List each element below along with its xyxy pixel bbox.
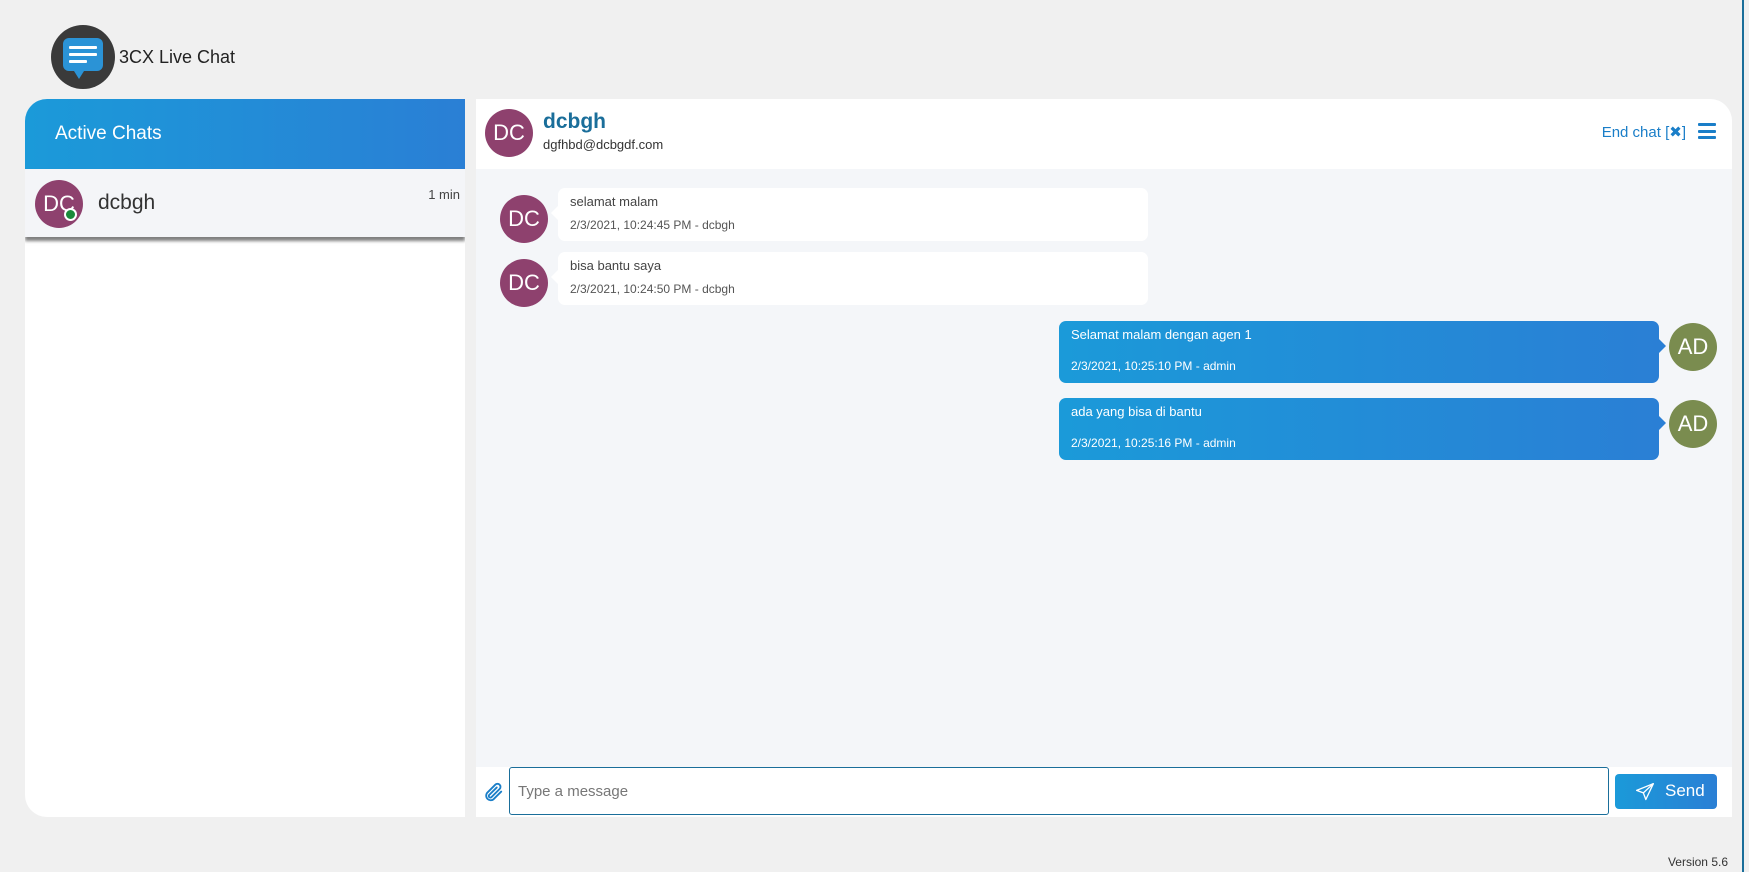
end-chat-label: End chat [ bbox=[1601, 124, 1670, 141]
avatar: DC bbox=[35, 180, 83, 228]
sender-avatar: DC bbox=[500, 259, 548, 307]
message-text: Selamat malam dengan agen 1 bbox=[1071, 327, 1252, 342]
window-scrollbar[interactable] bbox=[1742, 0, 1744, 872]
sender-avatar: DC bbox=[500, 195, 548, 243]
message-input[interactable] bbox=[509, 767, 1609, 815]
contact-avatar: DC bbox=[485, 109, 533, 157]
message-text: ada yang bisa di bantu bbox=[1071, 404, 1202, 419]
chat-list-item[interactable]: DC dcbgh 1 min bbox=[25, 169, 465, 237]
message-bubble: selamat malam 2/3/2021, 10:24:45 PM - dc… bbox=[551, 188, 1148, 241]
version-label: Version 5.6 bbox=[1667, 855, 1728, 869]
conversation-panel: DC dcbgh dgfhbd@dcbgdf.com End chat [✖] … bbox=[476, 99, 1732, 817]
message-outgoing: Selamat malam dengan agen 1 2/3/2021, 10… bbox=[476, 321, 1732, 384]
message-timestamp: 2/3/2021, 10:24:45 PM - dcbgh bbox=[570, 218, 735, 232]
active-chats-panel: Active Chats DC dcbgh 1 min bbox=[25, 99, 465, 817]
chat-list-item-time: 1 min bbox=[428, 187, 460, 202]
sender-avatar: AD bbox=[1669, 323, 1717, 371]
send-button[interactable]: Send bbox=[1615, 774, 1717, 809]
contact-name: dcbgh bbox=[543, 110, 606, 133]
message-composer: Send bbox=[476, 767, 1732, 817]
paperclip-icon[interactable] bbox=[482, 781, 504, 803]
contact-email: dgfhbd@dcbgdf.com bbox=[543, 137, 664, 152]
message-timestamp: 2/3/2021, 10:25:16 PM - admin bbox=[1071, 436, 1236, 450]
app-title: 3CX Live Chat bbox=[119, 47, 236, 67]
message-timestamp: 2/3/2021, 10:25:10 PM - admin bbox=[1071, 359, 1236, 373]
message-timestamp: 2/3/2021, 10:24:50 PM - dcbgh bbox=[570, 282, 735, 296]
send-button-label: Send bbox=[1665, 781, 1705, 800]
close-icon: ✖ bbox=[1669, 124, 1682, 141]
message-text: bisa bantu saya bbox=[570, 258, 662, 273]
chat-list-item-name: dcbgh bbox=[98, 191, 156, 214]
message-bubble: Selamat malam dengan agen 1 2/3/2021, 10… bbox=[1059, 321, 1666, 383]
conversation-header: DC dcbgh dgfhbd@dcbgdf.com End chat [✖] bbox=[476, 99, 1732, 169]
sender-avatar: AD bbox=[1669, 400, 1717, 448]
hamburger-icon[interactable] bbox=[1698, 123, 1716, 139]
message-bubble: bisa bantu saya 2/3/2021, 10:24:50 PM - … bbox=[551, 252, 1148, 305]
end-chat-button[interactable]: End chat [✖] bbox=[1602, 123, 1686, 141]
chat-bubble-icon bbox=[51, 25, 115, 89]
message-text: selamat malam bbox=[570, 194, 659, 209]
message-bubble: ada yang bisa di bantu 2/3/2021, 10:25:1… bbox=[1059, 398, 1666, 460]
online-status-icon bbox=[64, 208, 77, 221]
end-chat-bracket: ] bbox=[1681, 124, 1686, 141]
active-chats-header: Active Chats bbox=[25, 99, 465, 169]
paper-plane-icon bbox=[1636, 783, 1654, 801]
message-outgoing: ada yang bisa di bantu 2/3/2021, 10:25:1… bbox=[476, 398, 1732, 461]
